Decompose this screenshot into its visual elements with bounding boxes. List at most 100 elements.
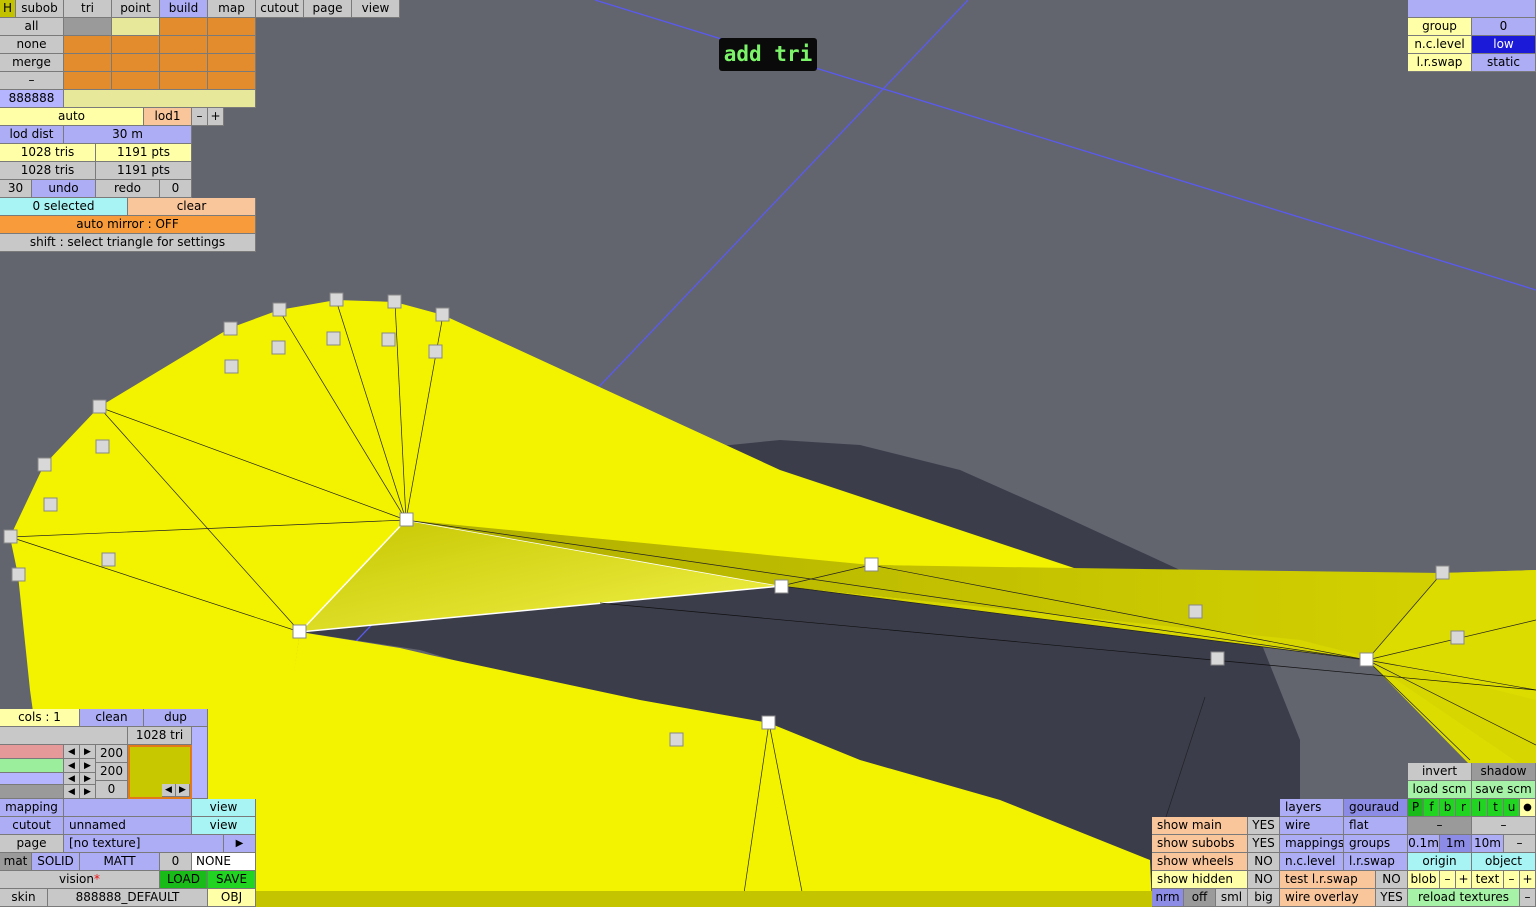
swatch-cell[interactable] [208,54,256,72]
blue-value[interactable]: 0 [96,781,128,799]
auto-mirror-toggle[interactable]: auto mirror : OFF [0,216,256,234]
green-right-arrow[interactable]: ▶ [80,759,96,773]
text-minus-button[interactable]: – [1504,871,1520,889]
swatch-cell[interactable] [208,36,256,54]
flag-p-toggle[interactable]: P [1408,799,1424,817]
swatch-left-arrow[interactable]: ◀ [162,784,176,797]
swatch-cell[interactable] [208,72,256,90]
step-1m-button[interactable]: 1m [1440,835,1472,853]
flag-b-toggle[interactable]: b [1440,799,1456,817]
dash-button-2[interactable]: – [1472,817,1536,835]
reload-textures-button[interactable]: reload textures [1408,889,1520,907]
merge-button[interactable]: merge [0,54,64,72]
dash-button[interactable]: – [0,72,64,90]
tab-subob[interactable]: subob [16,0,64,18]
swatch-cell[interactable] [160,72,208,90]
mapping-view-button[interactable]: view [192,799,256,817]
swatch-cell[interactable] [64,18,112,36]
clear-selection-button[interactable]: clear [128,198,256,216]
flag-f-toggle[interactable]: f [1424,799,1440,817]
swatch-cell[interactable] [64,36,112,54]
flag-l-toggle[interactable]: l [1472,799,1488,817]
show-subobs-toggle[interactable]: YES [1248,835,1280,853]
tab-tri[interactable]: tri [64,0,112,18]
3d-viewport[interactable] [0,0,1536,907]
mat-matt-button[interactable]: MATT [80,853,160,871]
flag-r-toggle[interactable]: r [1456,799,1472,817]
reload-dash-button[interactable]: – [1520,889,1536,907]
load-scm-button[interactable]: load scm [1408,781,1472,799]
wire-button[interactable]: wire [1280,817,1344,835]
color-code[interactable]: 888888 [0,90,64,108]
step-dash-button[interactable]: – [1504,835,1536,853]
tab-h[interactable]: H [0,0,16,18]
dash-button-1[interactable]: – [1408,817,1472,835]
green-slider[interactable] [0,759,64,773]
color-scrollbar[interactable] [192,727,208,799]
alpha-left-arrow[interactable]: ◀ [64,785,80,799]
swatch-cell[interactable] [64,54,112,72]
vision-load-button[interactable]: LOAD [160,871,208,889]
skin-value[interactable]: 888888_DEFAULT [48,889,208,907]
wire-overlay-toggle[interactable]: YES [1376,889,1408,907]
vision-save-button[interactable]: SAVE [208,871,256,889]
cutout-value[interactable]: unnamed [64,817,192,835]
red-right-arrow[interactable]: ▶ [80,745,96,759]
flag-u-toggle[interactable]: u [1504,799,1520,817]
tab-map[interactable]: map [208,0,256,18]
tab-point[interactable]: point [112,0,160,18]
mapping-value[interactable] [64,799,192,817]
green-left-arrow[interactable]: ◀ [64,759,80,773]
blue-right-arrow[interactable]: ▶ [80,773,96,785]
mat-number[interactable]: 0 [160,853,192,871]
layers-button[interactable]: layers [1280,799,1344,817]
show-hidden-toggle[interactable]: NO [1248,871,1280,889]
swatch-cell[interactable] [112,36,160,54]
select-all-button[interactable]: all [0,18,64,36]
swatch-cell[interactable] [160,18,208,36]
mappings-button[interactable]: mappings [1280,835,1344,853]
undo-button[interactable]: undo [32,180,96,198]
lod-select[interactable]: lod1 [144,108,192,126]
size-nrm-button[interactable]: nrm [1152,889,1184,907]
flag-dot-icon[interactable]: ● [1520,799,1536,817]
lr-swap-button[interactable]: l.r.swap [1344,853,1408,871]
blob-minus-button[interactable]: – [1440,871,1456,889]
swatch-cell[interactable] [112,54,160,72]
lod-auto-button[interactable]: auto [0,108,144,126]
red-slider[interactable] [0,745,64,759]
page-value[interactable]: [no texture] [64,835,224,853]
invert-button[interactable]: invert [1408,763,1472,781]
swatch-cell[interactable] [64,72,112,90]
group-value[interactable]: 0 [1472,18,1536,36]
text-plus-button[interactable]: + [1520,871,1536,889]
page-arrow-button[interactable]: ▶ [224,835,256,853]
flag-t-toggle[interactable]: t [1488,799,1504,817]
swatch-right-arrow[interactable]: ▶ [176,784,190,797]
alpha-right-arrow[interactable]: ▶ [80,785,96,799]
gouraud-button[interactable]: gouraud [1344,799,1408,817]
cutout-view-button[interactable]: view [192,817,256,835]
swatch-cell[interactable] [112,18,160,36]
lr-swap-value[interactable]: static [1472,54,1536,72]
tab-view[interactable]: view [352,0,400,18]
blue-left-arrow[interactable]: ◀ [64,773,80,785]
shadow-button[interactable]: shadow [1472,763,1536,781]
skin-obj-button[interactable]: OBJ [208,889,256,907]
swatch-cell[interactable] [208,18,256,36]
select-none-button[interactable]: none [0,36,64,54]
test-lr-swap-toggle[interactable]: NO [1376,871,1408,889]
show-main-toggle[interactable]: YES [1248,817,1280,835]
dup-button[interactable]: dup [144,709,208,727]
alpha-slider[interactable] [0,785,64,799]
blue-slider[interactable] [0,773,64,785]
mat-solid-button[interactable]: SOLID [32,853,80,871]
lod-plus-button[interactable]: + [208,108,224,126]
size-sml-button[interactable]: sml [1216,889,1248,907]
object-button[interactable]: object [1472,853,1536,871]
swatch-cell[interactable] [160,36,208,54]
lod-minus-button[interactable]: – [192,108,208,126]
origin-button[interactable]: origin [1408,853,1472,871]
step-01m-button[interactable]: 0.1m [1408,835,1440,853]
mat-none[interactable]: NONE [192,853,256,871]
